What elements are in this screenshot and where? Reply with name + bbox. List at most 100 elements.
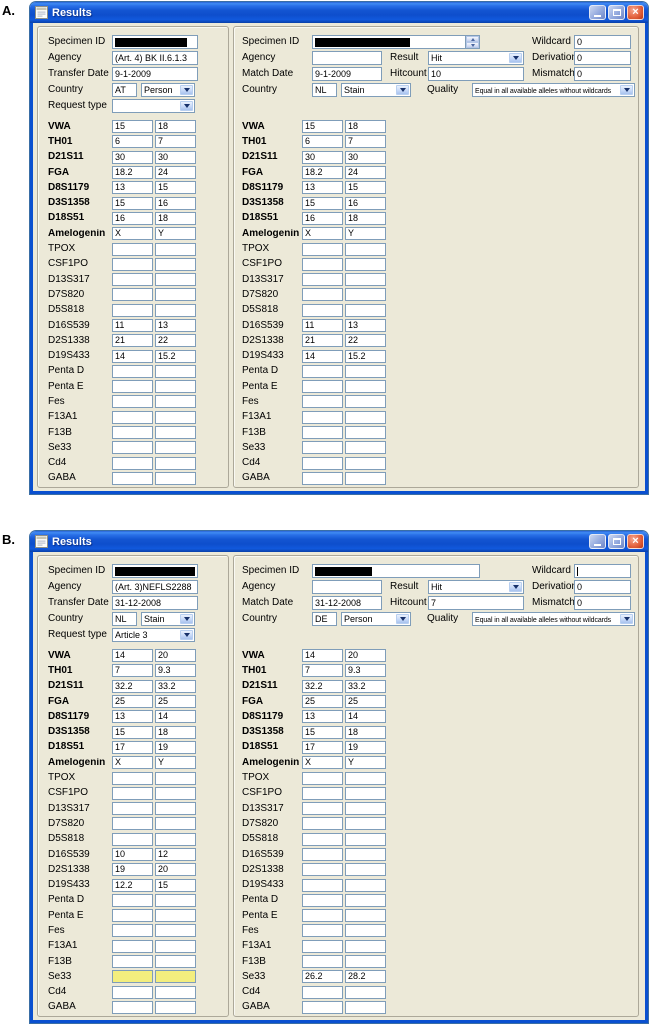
combo-dropdown-button[interactable] (620, 614, 633, 624)
allele-value-1[interactable] (112, 364, 153, 378)
allele-value-1[interactable] (302, 786, 343, 800)
title-bar[interactable]: Results × (30, 2, 648, 23)
allele-value-1[interactable]: 6 (302, 135, 343, 149)
allele-value-1[interactable] (112, 924, 153, 938)
allele-value-1[interactable] (112, 970, 153, 984)
allele-value-1[interactable]: 15 (112, 120, 153, 134)
allele-value-2[interactable] (345, 441, 386, 455)
allele-value-1[interactable]: 16 (302, 211, 343, 225)
allele-value-2[interactable] (345, 273, 386, 287)
allele-value-2[interactable] (345, 242, 386, 256)
allele-value-2[interactable]: 15.2 (155, 349, 196, 363)
combo-dropdown-button[interactable] (396, 85, 409, 95)
allele-value-1[interactable] (112, 985, 153, 999)
allele-value-2[interactable] (345, 380, 386, 394)
country-type-combo[interactable]: Person (341, 612, 411, 626)
allele-value-1[interactable] (112, 410, 153, 424)
allele-value-2[interactable] (345, 909, 386, 923)
allele-value-2[interactable]: 24 (345, 166, 386, 180)
allele-value-1[interactable]: 14 (112, 649, 153, 663)
allele-value-1[interactable]: 21 (112, 334, 153, 348)
allele-value-2[interactable]: 7 (155, 135, 196, 149)
allele-value-2[interactable] (345, 1000, 386, 1014)
minimize-button[interactable] (589, 534, 606, 549)
allele-value-1[interactable] (302, 985, 343, 999)
allele-value-2[interactable] (345, 771, 386, 785)
derivation-field[interactable]: 0 (574, 580, 631, 594)
allele-value-1[interactable]: 7 (302, 664, 343, 678)
allele-value-1[interactable]: 18.2 (302, 166, 343, 180)
request-type-combo[interactable]: Article 3 (112, 628, 195, 642)
allele-value-1[interactable]: 15 (302, 196, 343, 210)
allele-value-2[interactable] (345, 257, 386, 271)
allele-value-2[interactable]: 15 (155, 878, 196, 892)
allele-value-2[interactable]: 15.2 (345, 349, 386, 363)
allele-value-2[interactable] (345, 288, 386, 302)
allele-value-2[interactable]: 18 (155, 211, 196, 225)
allele-value-1[interactable] (302, 273, 343, 287)
allele-value-2[interactable]: 18 (345, 211, 386, 225)
allele-value-2[interactable] (345, 456, 386, 470)
hitcount-field[interactable]: 7 (428, 596, 524, 610)
allele-value-2[interactable]: 16 (345, 196, 386, 210)
allele-value-2[interactable] (155, 288, 196, 302)
allele-value-1[interactable]: 18.2 (112, 166, 153, 180)
allele-value-1[interactable]: 15 (302, 725, 343, 739)
allele-value-1[interactable] (302, 395, 343, 409)
hitcount-field[interactable]: 10 (428, 67, 524, 81)
combo-dropdown-button[interactable] (180, 85, 193, 95)
allele-value-2[interactable] (345, 893, 386, 907)
specimen-id-field[interactable] (112, 35, 198, 49)
allele-value-2[interactable] (345, 832, 386, 846)
allele-value-2[interactable]: 18 (345, 120, 386, 134)
allele-value-1[interactable] (302, 242, 343, 256)
allele-value-2[interactable] (155, 257, 196, 271)
allele-value-1[interactable] (302, 878, 343, 892)
allele-value-2[interactable]: 24 (155, 166, 196, 180)
close-button[interactable]: × (627, 5, 644, 20)
allele-value-2[interactable] (155, 909, 196, 923)
allele-value-2[interactable] (345, 848, 386, 861)
allele-value-1[interactable] (112, 426, 153, 440)
allele-value-2[interactable]: Y (155, 227, 196, 241)
country-code-field[interactable]: NL (312, 83, 337, 97)
allele-value-2[interactable]: 22 (155, 334, 196, 348)
allele-value-1[interactable] (112, 893, 153, 907)
allele-value-2[interactable] (155, 1000, 196, 1014)
mismatch-field[interactable]: 0 (574, 67, 631, 81)
allele-value-2[interactable]: Y (345, 756, 386, 770)
allele-value-2[interactable] (155, 802, 196, 816)
allele-value-2[interactable] (155, 832, 196, 846)
country-code-field[interactable]: AT (112, 83, 137, 97)
allele-value-1[interactable] (112, 471, 153, 485)
result-combo[interactable]: Hit (428, 51, 524, 65)
allele-value-1[interactable]: X (302, 227, 343, 241)
allele-value-2[interactable] (155, 395, 196, 409)
result-combo[interactable]: Hit (428, 580, 524, 594)
minimize-button[interactable] (589, 5, 606, 20)
allele-value-2[interactable]: 15 (345, 181, 386, 195)
allele-value-2[interactable] (345, 924, 386, 938)
combo-dropdown-button[interactable] (180, 101, 193, 111)
allele-value-1[interactable] (302, 1000, 343, 1014)
country-code-field[interactable]: NL (112, 612, 137, 626)
allele-value-1[interactable]: 11 (112, 319, 153, 332)
allele-value-2[interactable]: 18 (155, 725, 196, 739)
title-bar[interactable]: Results × (30, 531, 648, 552)
allele-value-2[interactable] (155, 771, 196, 785)
allele-value-1[interactable] (302, 955, 343, 969)
allele-value-2[interactable] (155, 955, 196, 969)
allele-value-1[interactable] (112, 273, 153, 287)
spinner-down-button[interactable] (466, 42, 479, 48)
allele-value-1[interactable] (112, 817, 153, 831)
match-date-field[interactable]: 31-12-2008 (312, 596, 382, 610)
allele-value-1[interactable]: 15 (302, 120, 343, 134)
allele-value-1[interactable] (112, 771, 153, 785)
agency-field[interactable]: (Art. 3)NEFLS2288 (112, 580, 198, 594)
allele-value-1[interactable]: 13 (302, 181, 343, 195)
agency-field[interactable] (312, 580, 382, 594)
allele-value-2[interactable]: 28.2 (345, 970, 386, 984)
allele-value-2[interactable]: 20 (155, 649, 196, 663)
quality-combo[interactable]: Equal in all available alleles without w… (472, 83, 635, 97)
allele-value-1[interactable]: 14 (302, 349, 343, 363)
